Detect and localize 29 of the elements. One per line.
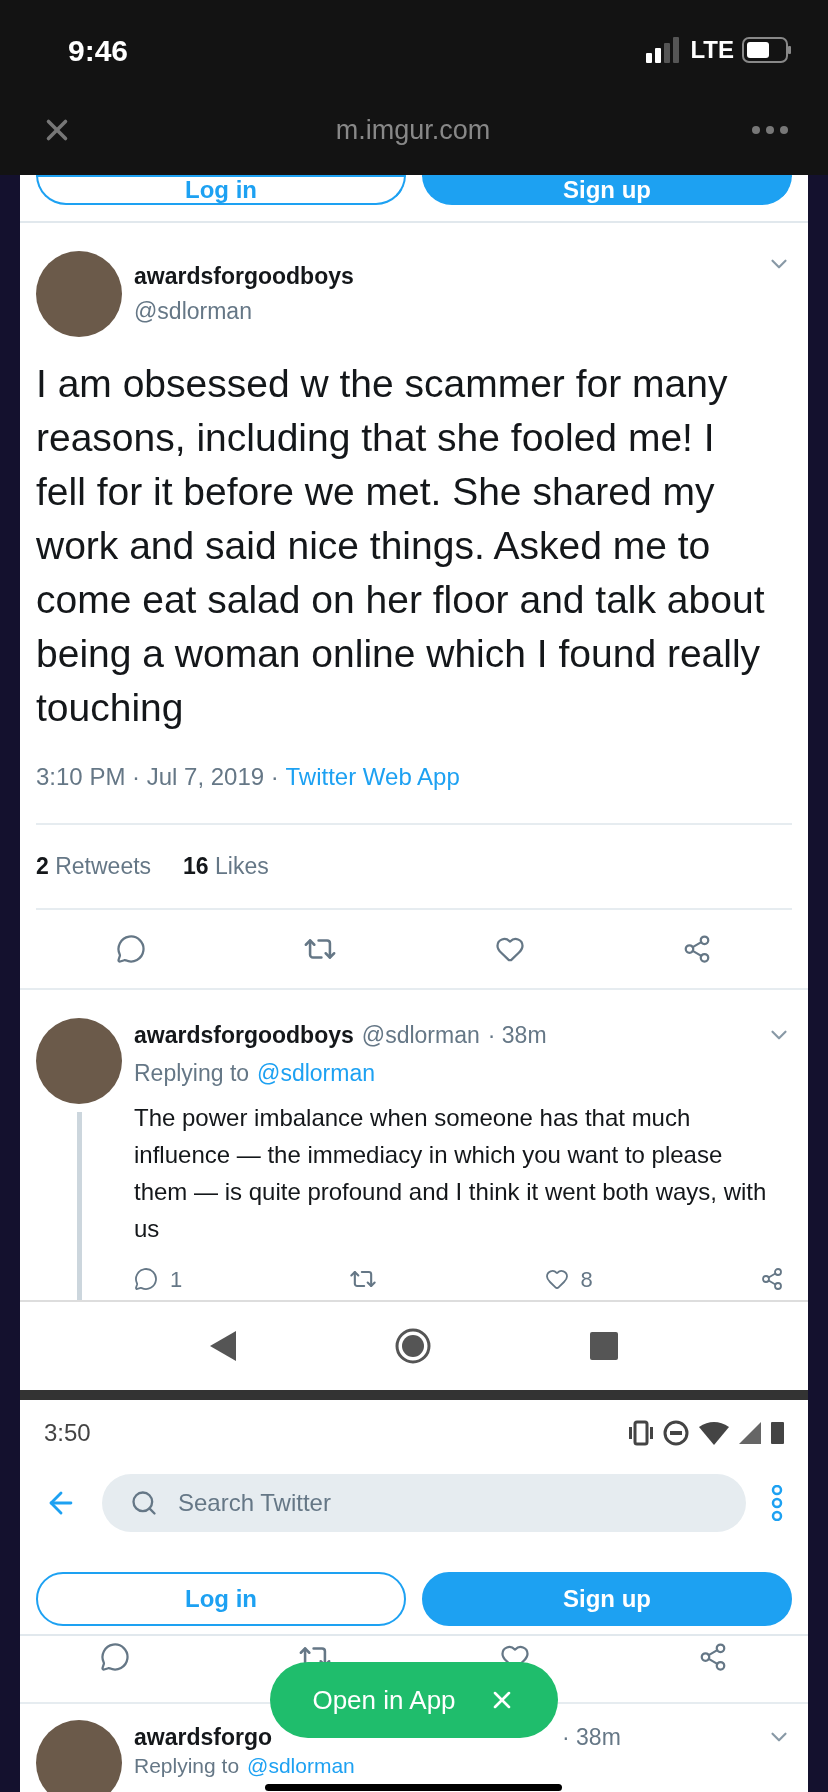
tweet-timestamp: 3:10 PM · Jul 7, 2019 · xyxy=(36,762,280,792)
search-field[interactable]: Search Twitter xyxy=(102,1473,746,1532)
mention-link[interactable]: @sdlorman xyxy=(257,1056,376,1091)
display-name[interactable]: awardsforgo xyxy=(134,1719,273,1754)
user-handle[interactable]: @sdlorman xyxy=(134,293,754,328)
retweet-stat[interactable]: 2 Retweets xyxy=(36,849,152,884)
display-name[interactable]: awardsforgoodboys xyxy=(134,1017,354,1052)
sign-up-button[interactable]: Sign up xyxy=(422,175,792,205)
log-in-button[interactable]: Log in xyxy=(36,175,406,205)
sign-up-button[interactable]: Sign up xyxy=(422,1571,792,1626)
log-in-button[interactable]: Log in xyxy=(36,1571,406,1626)
reply-text: The power imbalance when someone has that much influence — the immediacy in which you want to please them — is quite profound and I think it went both ways, with us xyxy=(134,1102,768,1244)
clock-time: 9:46 xyxy=(68,32,129,69)
page-url: m.imgur.com xyxy=(335,113,491,147)
like-count: 8 xyxy=(580,1265,593,1294)
source-link[interactable]: Twitter Web App xyxy=(285,759,460,795)
reply-count: 1 xyxy=(170,1265,183,1294)
clock-time: 3:50 xyxy=(44,1417,91,1448)
replying-label: Replying to xyxy=(134,1754,240,1778)
mention-link[interactable]: @sdlorman xyxy=(247,1754,355,1778)
tweet-text: I am obsessed w the scammer for many reasons, including that she fooled me! I fell for it before we met. She shared my work and said nice things. Asked me to come eat salad on her floor and talk about being a woman online which I found really touching xyxy=(36,361,766,731)
like-stat[interactable]: 16 Likes xyxy=(183,849,269,884)
replying-label: Replying to xyxy=(134,1059,250,1088)
open-in-app-toast[interactable]: Open in App xyxy=(270,1662,558,1738)
display-name[interactable]: awardsforgoodboys xyxy=(134,259,754,294)
post-time: · 38m xyxy=(487,1020,547,1050)
post-time: · 38m xyxy=(562,1722,621,1752)
network-label: LTE xyxy=(690,35,734,65)
user-handle[interactable]: @sdlorman xyxy=(361,1017,480,1052)
